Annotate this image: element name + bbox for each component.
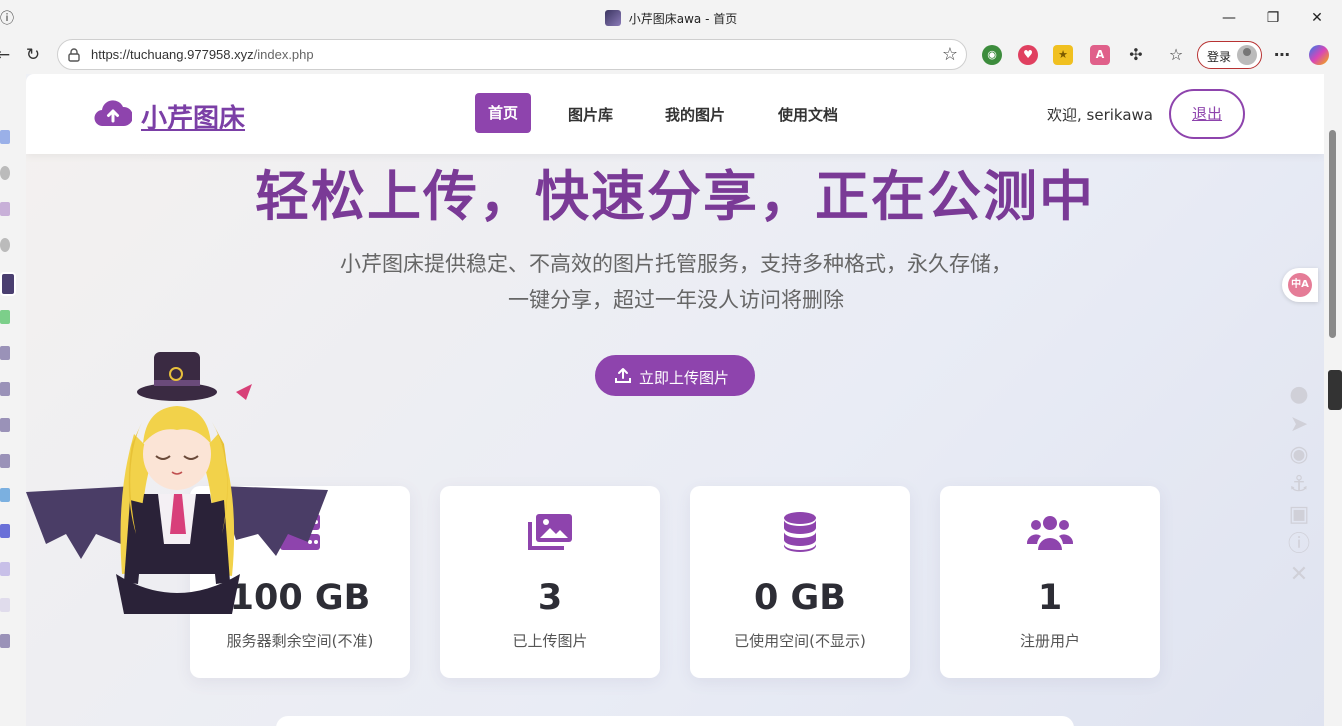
extension-yellow-icon[interactable]: ★ — [1053, 45, 1073, 65]
stat-value: 3 — [537, 578, 563, 618]
site-info-icon[interactable] — [66, 47, 82, 63]
send-icon[interactable]: ➤ — [1286, 412, 1312, 438]
translate-icon: 中A — [1288, 273, 1312, 297]
info-icon[interactable]: ⓘ — [1286, 532, 1312, 558]
database-icon — [784, 512, 816, 552]
close-icon[interactable]: ✕ — [1286, 562, 1312, 588]
stat-value: 1 — [1037, 578, 1063, 618]
upload-cta-label: 立即上传图片 — [639, 369, 730, 387]
tab-icon[interactable] — [0, 166, 10, 180]
stat-card-used: 0 GB 已使用空间(不显示) — [690, 486, 910, 678]
login-label: 登录 — [1207, 50, 1232, 64]
page-scrollbar[interactable] — [1324, 74, 1342, 726]
scrollbar-thumb[interactable] — [1329, 130, 1336, 338]
extensions-puzzle-icon[interactable]: ✣ — [1126, 45, 1146, 65]
stat-value: 0 GB — [754, 578, 846, 618]
stat-label: 已使用空间(不显示) — [734, 632, 866, 650]
images-icon — [528, 514, 572, 550]
chat-icon[interactable]: ● — [1286, 382, 1312, 408]
vertical-tabs-strip — [0, 74, 26, 726]
hero-subtitle: 小芹图床提供稳定、不高效的图片托管服务，支持多种格式，永久存储，一键分享，超过一… — [340, 252, 1012, 312]
tab-icon[interactable] — [0, 346, 10, 360]
restore-icon[interactable]: ❐ — [1258, 6, 1288, 30]
cloud-upload-icon — [94, 100, 132, 127]
browser-titlebar: ⓘ 小芹图床awa - 首页 — ❐ ✕ — [0, 0, 1342, 36]
site-favicon-icon — [604, 10, 621, 26]
camera-icon[interactable]: ▣ — [1286, 502, 1312, 528]
stat-card-users: 1 注册用户 — [940, 486, 1160, 678]
tab-icon-active[interactable] — [0, 272, 16, 296]
welcome-text: 欢迎, serikawa — [1047, 106, 1153, 124]
address-bar[interactable]: https://tuchuang.977958.xyz/index.php ☆ — [57, 39, 967, 70]
tab-icon[interactable] — [0, 634, 10, 648]
window-title: 小芹图床awa - 首页 — [0, 10, 1342, 27]
anchor-icon[interactable]: ⚓ — [1286, 472, 1312, 498]
tab-icon[interactable] — [0, 418, 10, 432]
nav-docs[interactable]: 使用文档 — [778, 104, 838, 125]
tab-icon[interactable] — [0, 488, 10, 502]
user-icon[interactable]: ◉ — [1286, 442, 1312, 468]
extension-globe-icon[interactable]: ◉ — [982, 45, 1002, 65]
url-host: https://tuchuang.977958.xyz — [91, 47, 254, 62]
tab-icon[interactable] — [0, 238, 10, 252]
favorite-star-icon[interactable]: ☆ — [942, 44, 958, 65]
logout-button[interactable]: 退出 — [1169, 89, 1245, 139]
upload-cta-button[interactable]: 立即上传图片 — [595, 355, 755, 396]
hero-title: 轻松上传，快速分享，正在公测中 — [255, 165, 1095, 228]
minimize-icon[interactable]: — — [1214, 6, 1244, 30]
tab-icon[interactable] — [0, 562, 10, 576]
copilot-icon[interactable] — [1309, 45, 1329, 65]
stat-label: 注册用户 — [1019, 632, 1080, 650]
favorites-icon[interactable]: ☆ — [1166, 45, 1186, 65]
tab-icon[interactable] — [0, 202, 10, 216]
url-text: https://tuchuang.977958.xyz/index.php — [91, 47, 314, 62]
tab-title: 小芹图床awa - 首页 — [628, 12, 738, 26]
tab-icon[interactable] — [0, 310, 10, 324]
browser-toolbar: ← ↻ https://tuchuang.977958.xyz/index.ph… — [0, 36, 1342, 74]
refresh-icon[interactable]: ↻ — [18, 40, 48, 70]
tab-icon[interactable] — [0, 598, 10, 612]
users-icon — [1026, 516, 1074, 550]
extension-translate-icon[interactable]: A — [1090, 45, 1110, 65]
translate-float-button[interactable]: 中A — [1282, 268, 1318, 302]
mascot-character-image[interactable] — [26, 344, 328, 614]
upload-icon — [615, 368, 631, 383]
tab-icon[interactable] — [0, 524, 10, 538]
nav-home[interactable]: 首页 — [475, 93, 531, 133]
more-menu-icon[interactable]: ⋯ — [1272, 45, 1292, 65]
tab-icon[interactable] — [0, 382, 10, 396]
next-section-card — [276, 716, 1074, 726]
stat-label: 服务器剩余空间(不准) — [226, 632, 374, 650]
side-panel-handle[interactable] — [1328, 370, 1342, 410]
avatar-icon — [1237, 45, 1257, 65]
url-path: /index.php — [253, 47, 314, 62]
tab-icon[interactable] — [0, 130, 10, 144]
extension-red-icon[interactable]: ♥ — [1018, 45, 1038, 65]
stat-label: 已上传图片 — [512, 632, 588, 650]
back-icon[interactable]: ← — [0, 40, 18, 70]
web-page: 小芹图床 首页 图片库 我的图片 使用文档 欢迎, serikawa 退出 轻松… — [26, 74, 1324, 726]
stat-card-images: 3 已上传图片 — [440, 486, 660, 678]
nav-my-images[interactable]: 我的图片 — [665, 104, 725, 125]
site-header: 小芹图床 首页 图片库 我的图片 使用文档 欢迎, serikawa 退出 — [26, 74, 1324, 154]
logo-text: 小芹图床 — [141, 104, 246, 134]
nav-gallery[interactable]: 图片库 — [568, 104, 613, 125]
profile-login-button[interactable]: 登录 — [1197, 41, 1262, 69]
tab-icon[interactable] — [0, 454, 10, 468]
close-window-icon[interactable]: ✕ — [1302, 6, 1332, 30]
